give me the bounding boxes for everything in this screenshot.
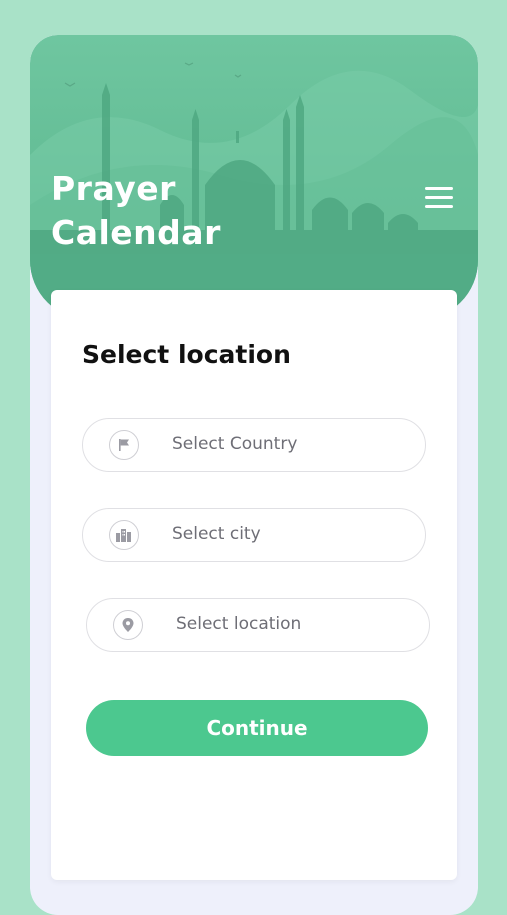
app-title-line-2: Calendar: [51, 213, 221, 252]
select-city-field[interactable]: Select city: [82, 508, 426, 562]
location-form-card: Select location Select Country Select ci…: [51, 290, 457, 880]
select-city-placeholder: Select city: [172, 524, 261, 544]
city-icon: [109, 520, 139, 550]
hamburger-menu-icon[interactable]: [422, 184, 456, 212]
app-title: Prayer Calendar: [51, 167, 221, 255]
app-title-line-1: Prayer: [51, 169, 176, 208]
app-screen: Prayer Calendar Select location Select C…: [30, 35, 478, 915]
continue-button[interactable]: Continue: [86, 700, 428, 756]
form-heading: Select location: [82, 340, 291, 369]
location-pin-icon: [113, 610, 143, 640]
flag-icon: [109, 430, 139, 460]
select-location-placeholder: Select location: [176, 614, 302, 634]
select-location-field[interactable]: Select location: [86, 598, 430, 652]
app-header: Prayer Calendar: [30, 35, 478, 320]
select-country-field[interactable]: Select Country: [82, 418, 426, 472]
select-country-placeholder: Select Country: [172, 434, 298, 454]
